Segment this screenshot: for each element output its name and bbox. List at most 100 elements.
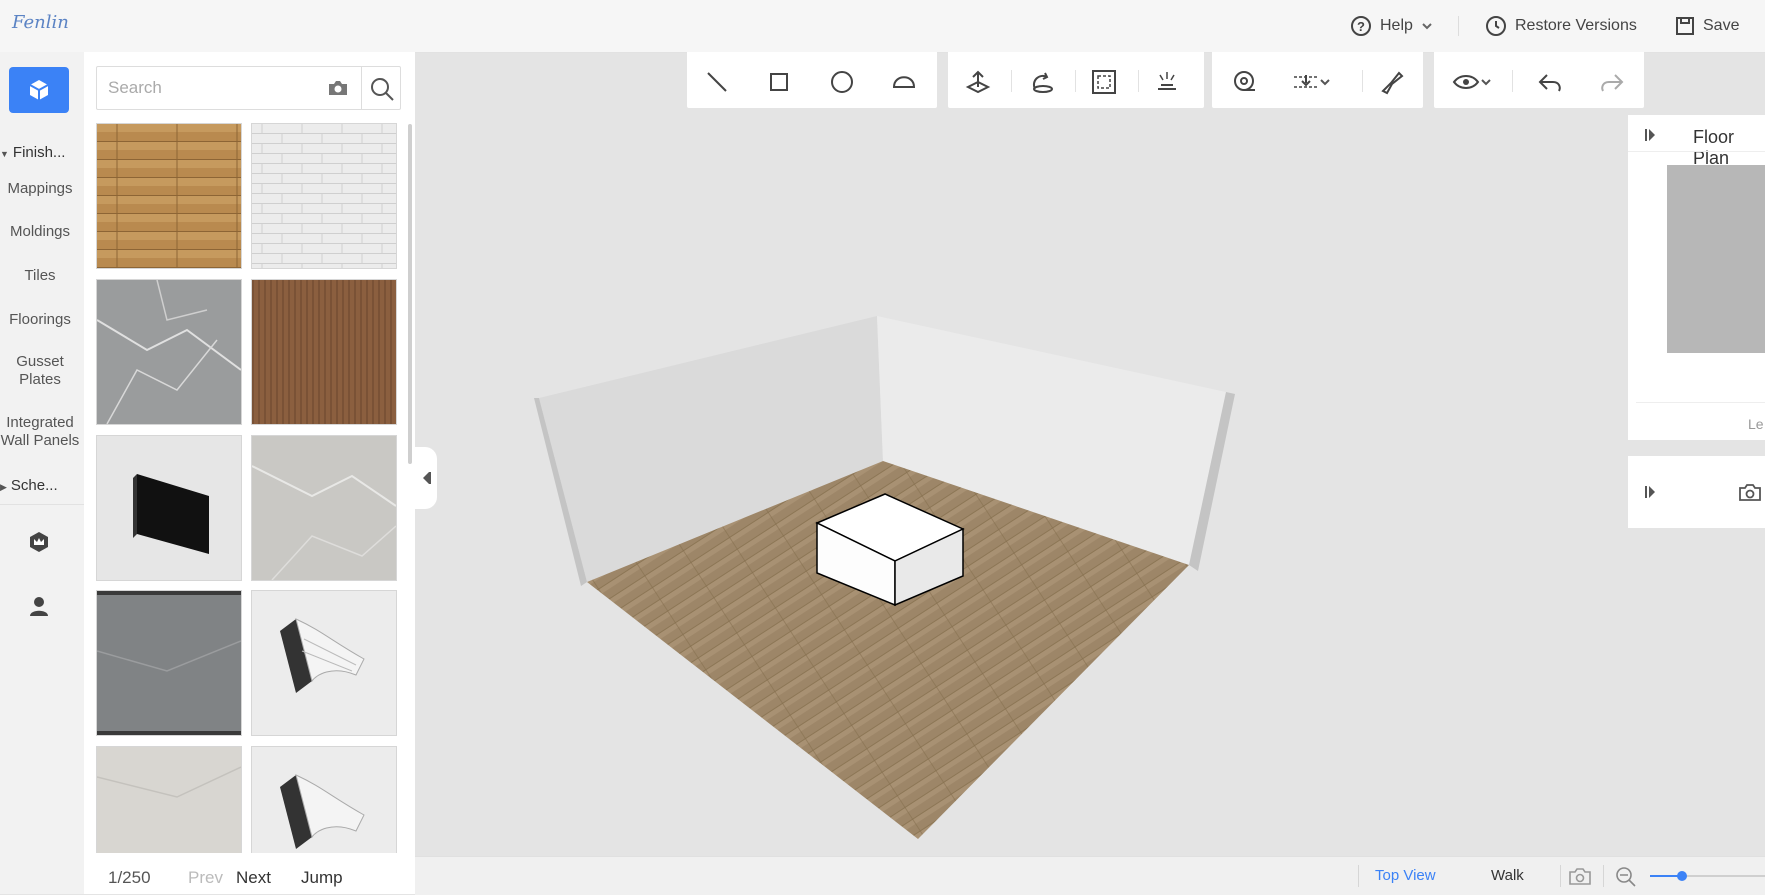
chevron-down-icon [1422,23,1432,30]
nav-item-moldings[interactable]: Moldings [0,223,80,241]
models-nav-button[interactable] [9,67,69,113]
nav-divider [0,504,84,505]
help-button[interactable]: ? Help [1350,0,1433,52]
paint-brush-icon[interactable] [1378,68,1406,96]
thumbnail[interactable] [251,123,397,269]
push-pull-icon[interactable] [964,68,992,96]
view-tools-group [1434,52,1644,108]
walk-button[interactable]: Walk [1491,867,1524,884]
thumbnail[interactable] [96,590,242,736]
thumbnail[interactable] [96,435,242,581]
nav-item-gusset-line1: Gusset [16,353,64,370]
thumbnail-grid [96,123,406,853]
panel-divider [1636,402,1765,403]
jump-page-button[interactable]: Jump [301,868,343,888]
svg-text:?: ? [1357,19,1365,34]
tape-measure-icon[interactable] [1230,68,1258,96]
dimension-tool-icon[interactable] [1292,68,1320,96]
camera-search-icon[interactable] [327,79,349,97]
thumbnail[interactable] [251,746,397,853]
arc-tool-icon[interactable] [890,68,918,96]
pagination: 1/250 Prev Next Jump [84,860,415,894]
draw-tools-group [687,52,937,108]
nav-item-floorings[interactable]: Floorings [0,311,80,329]
camera-icon[interactable] [1738,482,1762,502]
top-bar: Fenlin ? Help Restore Versions Save [0,0,1765,53]
zoom-slider-handle[interactable] [1677,871,1687,881]
save-icon [1676,17,1694,35]
page-indicator: 1/250 [108,868,151,887]
thumbnail[interactable] [251,279,397,425]
rotate-tool-icon[interactable] [1028,68,1056,96]
caret-right-icon: ▶ [0,482,7,492]
divider [1458,16,1459,36]
save-button[interactable]: Save [1675,0,1739,52]
nav-item-gusset-plates[interactable]: Gusset Plates [0,353,80,389]
crown-icon[interactable] [27,530,51,554]
bottom-bar: Top View Walk [415,856,1765,895]
undo-icon[interactable] [1536,68,1564,96]
panel-divider [1628,151,1765,152]
zoom-slider-track[interactable] [1650,871,1765,881]
nav-item-mappings[interactable]: Mappings [0,180,80,198]
circle-tool-icon[interactable] [828,68,856,96]
nav-item-panels-line2: Wall Panels [0,432,80,449]
section-finish-label: Finish... [12,144,66,161]
nav-item-panels-line1: Integrated [6,414,74,431]
restore-versions-button[interactable]: Restore Versions [1485,0,1637,52]
thumbnail[interactable] [251,590,397,736]
edit-tools-group [948,52,1204,108]
top-view-button[interactable]: Top View [1375,867,1436,884]
section-finish[interactable]: ▼ Finish... [0,144,84,161]
section-scheme-label: Sche... [10,477,58,494]
screenshot-icon[interactable] [1568,866,1592,886]
thumbnail[interactable] [96,279,242,425]
3d-viewport[interactable] [415,108,1625,854]
bottom-divider [1560,865,1561,887]
toolbar-divider [1138,70,1139,92]
app-logo[interactable]: Fenlin [12,12,69,33]
left-nav: ▼ Finish... Mappings Moldings Tiles Floor… [0,52,85,894]
catalog-panel: Search 1/250 Prev Next Jump [84,52,415,894]
floor-plan-panel: Floor Plan Le [1628,115,1765,440]
user-icon[interactable] [27,594,51,618]
thumbnail[interactable] [96,123,242,269]
expand-panel-icon[interactable] [1644,484,1658,500]
floor-plan-title: Floor Plan [1693,127,1735,168]
zoom-out-icon[interactable] [1615,866,1637,888]
search-icon[interactable] [369,76,395,102]
section-scheme[interactable]: ▶ Sche... [0,477,84,494]
lighting-icon[interactable] [1153,68,1181,96]
toolbar-divider [1075,70,1076,92]
nav-item-integrated-wall-panels[interactable]: Integrated Wall Panels [0,414,80,450]
line-tool-icon[interactable] [703,68,731,96]
search-input[interactable]: Search [108,78,162,98]
toolbar-divider [1362,70,1363,92]
legend-label: Le [1748,416,1764,432]
next-page-button[interactable]: Next [236,868,271,888]
caret-down-icon: ▼ [0,149,9,159]
select-frame-icon[interactable] [1090,68,1118,96]
floor-plan-preview[interactable] [1667,165,1765,353]
nav-item-gusset-line2: Plates [19,371,61,388]
help-label: Help [1380,17,1413,34]
chevron-down-icon[interactable] [1478,68,1494,96]
bottom-divider [1603,865,1604,887]
bottom-divider [1358,865,1359,887]
thumbnail[interactable] [251,435,397,581]
search-divider [361,67,362,109]
save-label: Save [1703,17,1740,34]
toolbar-divider [1011,70,1012,92]
thumbnail[interactable] [96,746,242,853]
prev-page-button[interactable]: Prev [188,868,223,888]
toolbar-divider [1512,70,1513,92]
clock-icon [1486,16,1506,36]
restore-versions-label: Restore Versions [1515,17,1637,34]
catalog-scrollbar[interactable] [408,124,412,464]
redo-icon[interactable] [1598,68,1626,96]
nav-item-tiles[interactable]: Tiles [0,267,80,285]
eye-icon[interactable] [1452,68,1480,96]
expand-panel-icon[interactable] [1644,127,1658,143]
rectangle-tool-icon[interactable] [765,68,793,96]
chevron-down-icon[interactable] [1317,68,1333,96]
